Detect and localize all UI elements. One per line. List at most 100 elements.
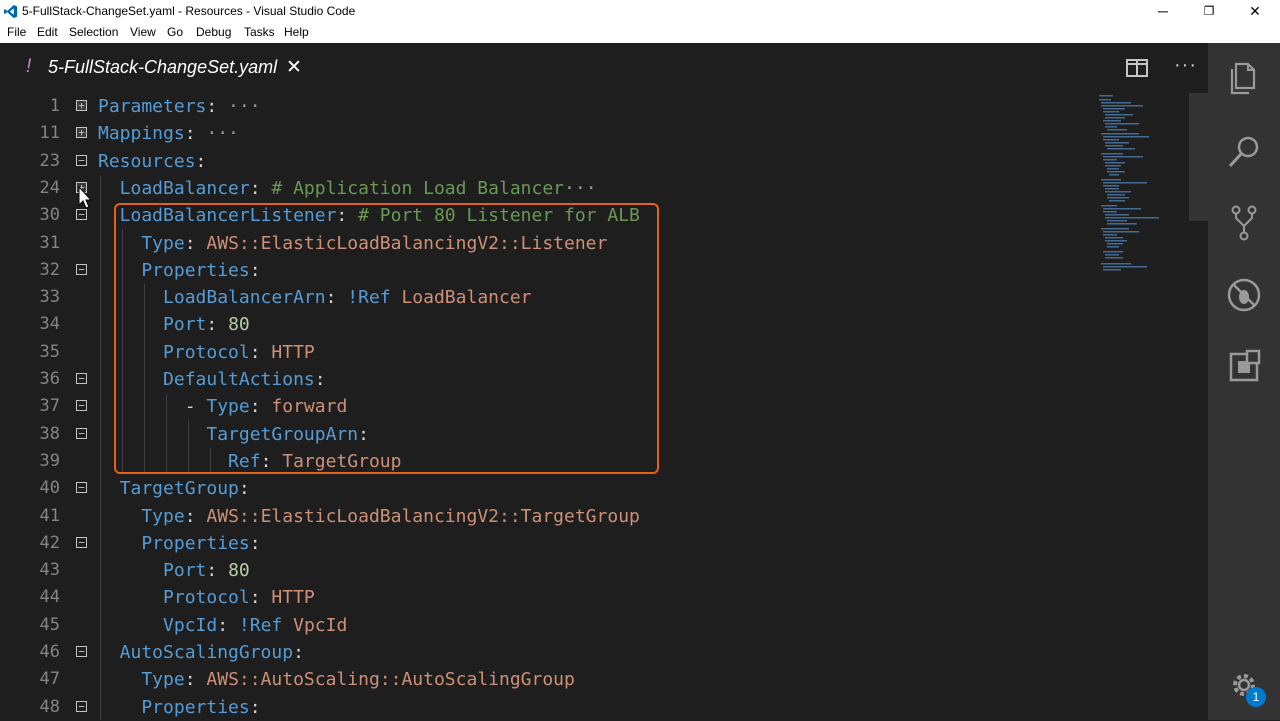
menu-debug[interactable]: Debug <box>196 22 231 43</box>
code-line[interactable]: 47 Type: AWS::AutoScaling::AutoScalingGr… <box>0 666 1100 693</box>
fold-collapse-icon[interactable]: − <box>76 263 87 275</box>
fold-collapse-icon[interactable]: − <box>76 482 87 494</box>
code-line[interactable]: 44 Protocol: HTTP <box>0 584 1100 611</box>
fold-expand-icon[interactable]: + <box>76 127 87 139</box>
scrollbar-thumb[interactable] <box>1189 93 1208 221</box>
tab-close-button[interactable]: ✕ <box>286 56 302 79</box>
restore-button[interactable]: ❐ <box>1186 0 1232 22</box>
line-number: 24 <box>39 177 60 198</box>
line-number: 33 <box>39 287 60 308</box>
line-number: 47 <box>39 669 60 690</box>
extensions-icon[interactable] <box>1222 345 1266 389</box>
menu-selection[interactable]: Selection <box>69 22 118 43</box>
close-window-button[interactable]: ✕ <box>1232 0 1278 22</box>
highlight-annotation-box <box>114 203 659 474</box>
code-token: VpcId <box>98 614 218 636</box>
fold-expand-icon[interactable]: + <box>76 100 87 111</box>
code-token: # Application Load Balancer <box>271 177 565 199</box>
fold-collapse-icon[interactable]: − <box>76 154 87 166</box>
code-token: Resources <box>98 150 196 172</box>
code-token: Type <box>98 669 185 691</box>
settings-update-badge: 1 <box>1246 687 1266 707</box>
title-bar: 5-FullStack-ChangeSet.yaml - Resources -… <box>0 0 1280 22</box>
code-text: Properties: <box>98 694 260 721</box>
code-token: : <box>195 150 207 172</box>
code-text: Protocol: HTTP <box>98 584 315 611</box>
menu-help[interactable]: Help <box>284 22 309 43</box>
line-number: 31 <box>39 232 60 253</box>
code-text: Properties: <box>98 530 261 557</box>
code-token: : <box>206 96 218 117</box>
code-text: Parameters: ··· <box>98 93 261 120</box>
code-line[interactable]: 42 − Properties: <box>0 530 1100 557</box>
menu-go[interactable]: Go <box>167 22 183 43</box>
fold-collapse-icon[interactable]: − <box>76 646 87 657</box>
code-token: Mappings <box>98 123 185 145</box>
code-token: ··· <box>217 96 261 117</box>
code-line[interactable]: 43 Port: 80 <box>0 557 1100 584</box>
code-token: ··· <box>195 123 239 145</box>
tab-modified-marker: ! <box>26 56 32 77</box>
code-line[interactable]: 40 − TargetGroup: <box>0 475 1100 502</box>
code-token: HTTP <box>271 587 315 609</box>
menu-edit[interactable]: Edit <box>37 22 58 43</box>
fold-collapse-icon[interactable]: − <box>76 700 87 712</box>
code-line[interactable]: 45 VpcId: !Ref VpcId <box>0 612 1100 639</box>
code-token: : <box>206 560 229 582</box>
code-token: : <box>184 505 207 527</box>
code-token: TargetGroup <box>98 478 239 500</box>
fold-collapse-icon[interactable]: − <box>76 209 87 221</box>
fold-collapse-icon[interactable]: − <box>76 536 87 548</box>
minimize-button[interactable]: ─ <box>1140 0 1186 22</box>
code-text: TargetGroup: <box>98 475 250 502</box>
menu-file[interactable]: File <box>7 22 26 43</box>
code-token: AWS::ElasticLoadBalancingV2::TargetGroup <box>206 505 640 527</box>
fold-collapse-icon[interactable]: − <box>76 400 87 412</box>
code-token: : <box>184 123 196 145</box>
code-line[interactable]: 24 + LoadBalancer: # Application Load Bal… <box>0 175 1100 202</box>
line-number: 1 <box>49 96 60 116</box>
minimap[interactable] <box>1097 93 1189 283</box>
line-number: 23 <box>39 150 60 171</box>
line-number: 35 <box>39 341 60 362</box>
code-line[interactable]: 1 + Parameters: ··· <box>0 93 1100 120</box>
code-line[interactable]: 48 − Properties: <box>0 694 1100 721</box>
code-line[interactable]: 23 − Resources: <box>0 148 1100 175</box>
code-text: AutoScalingGroup: <box>98 639 304 666</box>
code-token: Parameters <box>98 96 207 117</box>
code-token: : <box>249 532 261 554</box>
mouse-pointer-icon <box>78 186 92 209</box>
code-token: Type <box>98 505 185 527</box>
code-text: Mappings: ··· <box>98 120 239 147</box>
code-line[interactable]: 11 + Mappings: ··· <box>0 120 1100 147</box>
more-actions-icon[interactable]: ··· <box>1174 54 1197 77</box>
source-control-icon[interactable] <box>1222 201 1266 245</box>
menu-view[interactable]: View <box>130 22 156 43</box>
explorer-icon[interactable] <box>1222 56 1266 100</box>
code-token: ··· <box>564 177 597 199</box>
line-number: 46 <box>39 642 60 662</box>
debug-icon[interactable] <box>1222 273 1266 317</box>
code-token: : <box>184 669 207 691</box>
fold-collapse-icon[interactable]: − <box>76 427 87 439</box>
code-text: LoadBalancer: # Application Load Balance… <box>98 175 597 202</box>
code-line[interactable]: 46 − AutoScalingGroup: <box>0 639 1100 666</box>
line-number: 39 <box>39 450 60 471</box>
line-number: 43 <box>39 560 60 581</box>
line-number: 38 <box>39 423 60 444</box>
menu-tasks[interactable]: Tasks <box>244 22 275 43</box>
search-icon[interactable] <box>1222 130 1266 174</box>
line-number: 32 <box>39 259 60 280</box>
line-number: 34 <box>39 314 60 335</box>
tab-active-file[interactable]: 5-FullStack-ChangeSet.yaml <box>48 57 277 78</box>
code-line[interactable]: 41 Type: AWS::ElasticLoadBalancingV2::Ta… <box>0 503 1100 530</box>
code-token: AWS::AutoScaling::AutoScalingGroup <box>206 669 575 691</box>
split-editor-icon[interactable] <box>1126 58 1148 78</box>
code-text: Port: 80 <box>98 557 250 584</box>
code-text: Type: AWS::AutoScaling::AutoScalingGroup <box>98 666 575 693</box>
code-token: : <box>293 642 304 663</box>
code-token: : <box>249 587 272 609</box>
line-number: 40 <box>39 478 60 499</box>
code-token: : <box>238 478 250 500</box>
fold-collapse-icon[interactable]: − <box>76 373 87 384</box>
